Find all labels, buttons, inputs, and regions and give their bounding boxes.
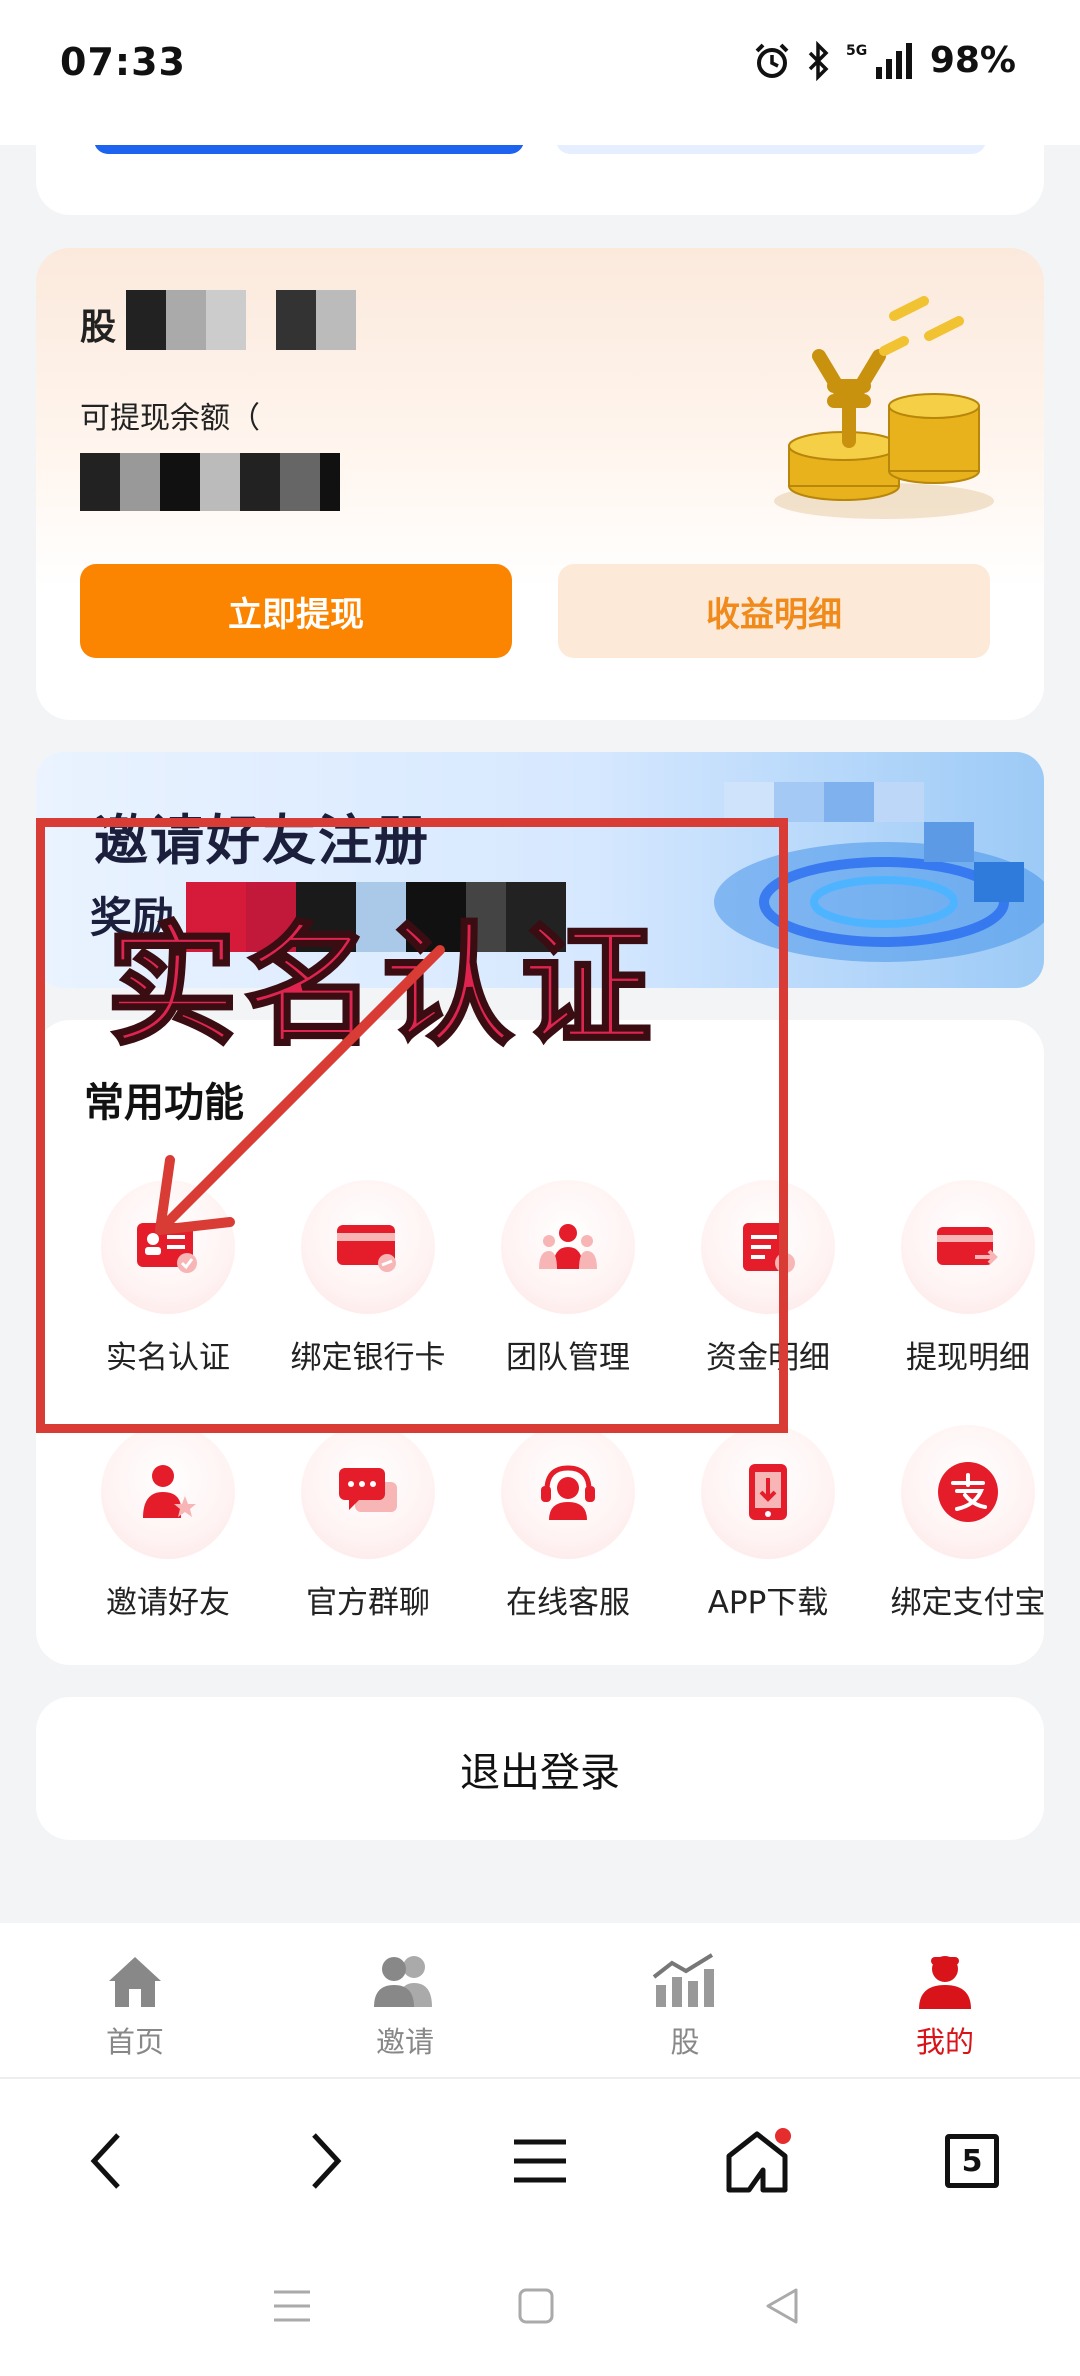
alipay-icon [938, 1462, 998, 1522]
menu-button[interactable] [500, 2121, 580, 2201]
fn-app-download[interactable]: APP下载 [668, 1425, 868, 1645]
alarm-icon [755, 43, 789, 78]
withdraw-now-button[interactable]: 立即提现 [80, 564, 512, 658]
home-icon [109, 1957, 161, 2007]
function-row: 邀请好友 官方群聊 在线客服 APP下载 绑定支付宝 [36, 1425, 1046, 1645]
forward-button[interactable] [286, 2121, 366, 2201]
signal-icon: 5G [846, 42, 912, 79]
withdraw-detail-icon [937, 1227, 998, 1265]
fn-label: APP下载 [707, 1585, 829, 1621]
profile-icon [919, 1956, 971, 2009]
fn-label: 绑定支付宝 [890, 1585, 1046, 1621]
fn-label: 在线客服 [506, 1585, 630, 1621]
users-icon [374, 1956, 432, 2007]
group-chat-icon [339, 1468, 397, 1512]
chart-icon [652, 1953, 714, 2007]
tabs-button[interactable]: 5 [932, 2121, 1012, 2201]
system-home-button[interactable] [506, 2281, 566, 2331]
battery-level: 98% [929, 40, 1016, 81]
home-outline-icon [726, 2128, 791, 2193]
fn-official-group-chat[interactable]: 官方群聊 [268, 1425, 468, 1645]
tab-label: 邀请 [375, 2025, 434, 2059]
balance-label-top: 股 [80, 307, 117, 348]
balance-card: 股 可提现余额（ 立即提现 收益明细 [36, 248, 1044, 720]
bottom-tab-bar: 首页 邀请 股 我的 [0, 1923, 1080, 2079]
tab-count-badge: 5 [945, 2134, 999, 2188]
status-icons: 5G 98% [752, 40, 1016, 81]
system-back-button[interactable] [752, 2281, 812, 2331]
menu-icon [514, 2139, 566, 2183]
back-button[interactable] [66, 2121, 146, 2201]
tab-label: 股 [670, 2025, 700, 2059]
logout-button[interactable]: 退出登录 [36, 1697, 1044, 1840]
fn-withdraw-detail[interactable]: 提现明细 [868, 1180, 1068, 1400]
bluetooth-icon [808, 40, 829, 81]
invite-friend-icon [143, 1465, 196, 1518]
income-detail-button[interactable]: 收益明细 [558, 564, 990, 658]
svg-text:5G: 5G [846, 43, 867, 59]
fn-invite-friends[interactable]: 邀请好友 [68, 1425, 268, 1645]
customer-service-icon [541, 1465, 595, 1520]
browser-toolbar: 5 [0, 2079, 1080, 2237]
status-bar: 07:33 5G 98% [0, 0, 1080, 145]
annotation-arrow [155, 945, 445, 1235]
browser-home-button[interactable] [718, 2121, 798, 2201]
recents-icon [274, 2290, 310, 2322]
tab-invite[interactable]: 邀请 [320, 1951, 490, 2071]
chevron-right-icon [312, 2133, 342, 2189]
fn-label: 提现明细 [906, 1340, 1030, 1376]
app-download-icon [749, 1464, 787, 1520]
gold-coins-illustration [774, 296, 994, 519]
system-nav-bar [0, 2237, 1080, 2376]
tab-stock[interactable]: 股 [600, 1951, 770, 2071]
square-icon [518, 2288, 554, 2324]
tab-mine[interactable]: 我的 [860, 1951, 1030, 2071]
triangle-back-icon [766, 2288, 798, 2324]
tab-label: 首页 [105, 2025, 164, 2059]
redacted-value [126, 290, 386, 350]
chevron-left-icon [90, 2133, 120, 2189]
recents-button[interactable] [262, 2281, 322, 2331]
fn-label: 邀请好友 [106, 1585, 230, 1621]
fn-online-support[interactable]: 在线客服 [468, 1425, 668, 1645]
fn-bind-alipay[interactable]: 绑定支付宝 [868, 1425, 1068, 1645]
redacted-balance [80, 453, 360, 511]
tab-label: 我的 [915, 2025, 974, 2059]
status-time: 07:33 [60, 40, 186, 84]
fn-label: 官方群聊 [306, 1585, 430, 1621]
withdrawable-balance-label: 可提现余额（ [80, 401, 260, 436]
tab-home[interactable]: 首页 [50, 1951, 220, 2071]
